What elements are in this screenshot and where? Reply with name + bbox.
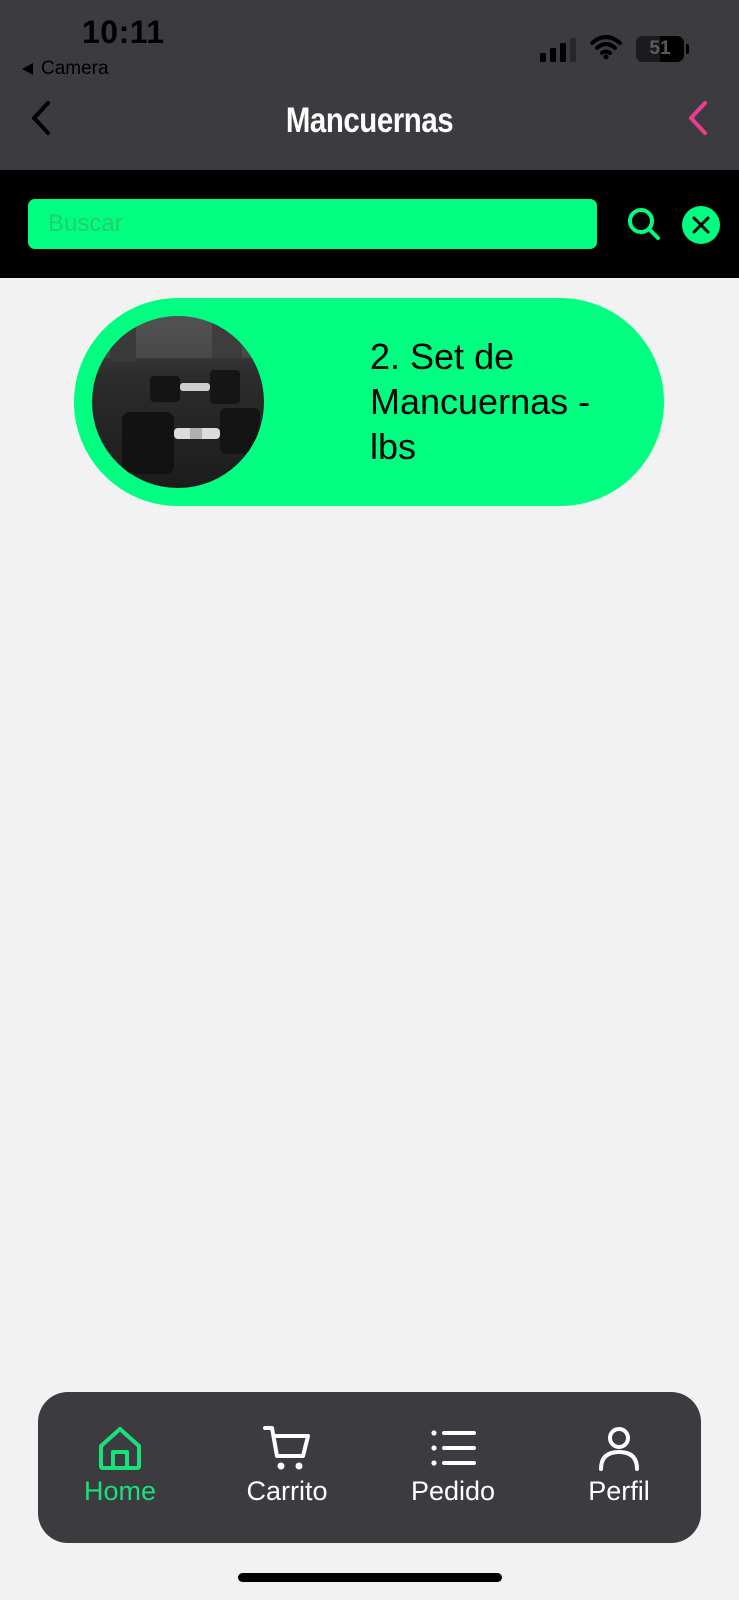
page-title: Mancuernas — [285, 101, 454, 140]
battery-level: 51 — [649, 38, 671, 59]
search-input[interactable] — [28, 199, 597, 249]
battery-cap — [686, 44, 689, 54]
list-icon — [431, 1430, 476, 1466]
tab-home[interactable]: Home — [45, 1424, 195, 1524]
back-app-label: Camera — [41, 58, 109, 79]
close-icon — [692, 216, 710, 234]
product-name: 2. Set de Mancuernas - lbs — [370, 336, 591, 467]
home-icon — [99, 1427, 141, 1470]
wifi-icon — [590, 35, 622, 60]
home-indicator[interactable] — [238, 1573, 502, 1582]
tab-cart[interactable]: Carrito — [212, 1424, 362, 1524]
tab-orders[interactable]: Pedido — [378, 1424, 528, 1524]
back-triangle-icon — [22, 63, 33, 75]
tab-home-label: Home — [83, 1476, 157, 1506]
search-bar — [0, 170, 739, 278]
tab-profile-label: Perfil — [588, 1476, 650, 1506]
product-image — [92, 316, 264, 488]
user-icon — [599, 1427, 639, 1471]
battery-icon: 51 — [636, 36, 684, 62]
status-time: 10:11 — [82, 14, 165, 50]
dumbbells-photo — [92, 316, 264, 488]
tab-orders-label: Pedido — [410, 1476, 496, 1506]
back-to-app-link[interactable]: Camera — [22, 58, 109, 80]
tab-profile[interactable]: Perfil — [544, 1424, 694, 1524]
back-chevron-icon[interactable] — [26, 98, 58, 138]
tab-cart-label: Carrito — [246, 1476, 328, 1506]
top-bar: 10:11 Camera 51 Mancuernas — [0, 0, 739, 170]
cellular-signal-icon — [540, 38, 576, 62]
accent-back-chevron-icon[interactable] — [683, 98, 715, 138]
tab-bar: Home Carrito Pedido Perfil — [38, 1392, 701, 1543]
product-card[interactable]: 2. Set de Mancuernas - lbs — [74, 298, 664, 506]
search-icon[interactable] — [627, 207, 661, 241]
clear-search-button[interactable] — [682, 206, 720, 244]
cart-icon — [263, 1426, 310, 1470]
